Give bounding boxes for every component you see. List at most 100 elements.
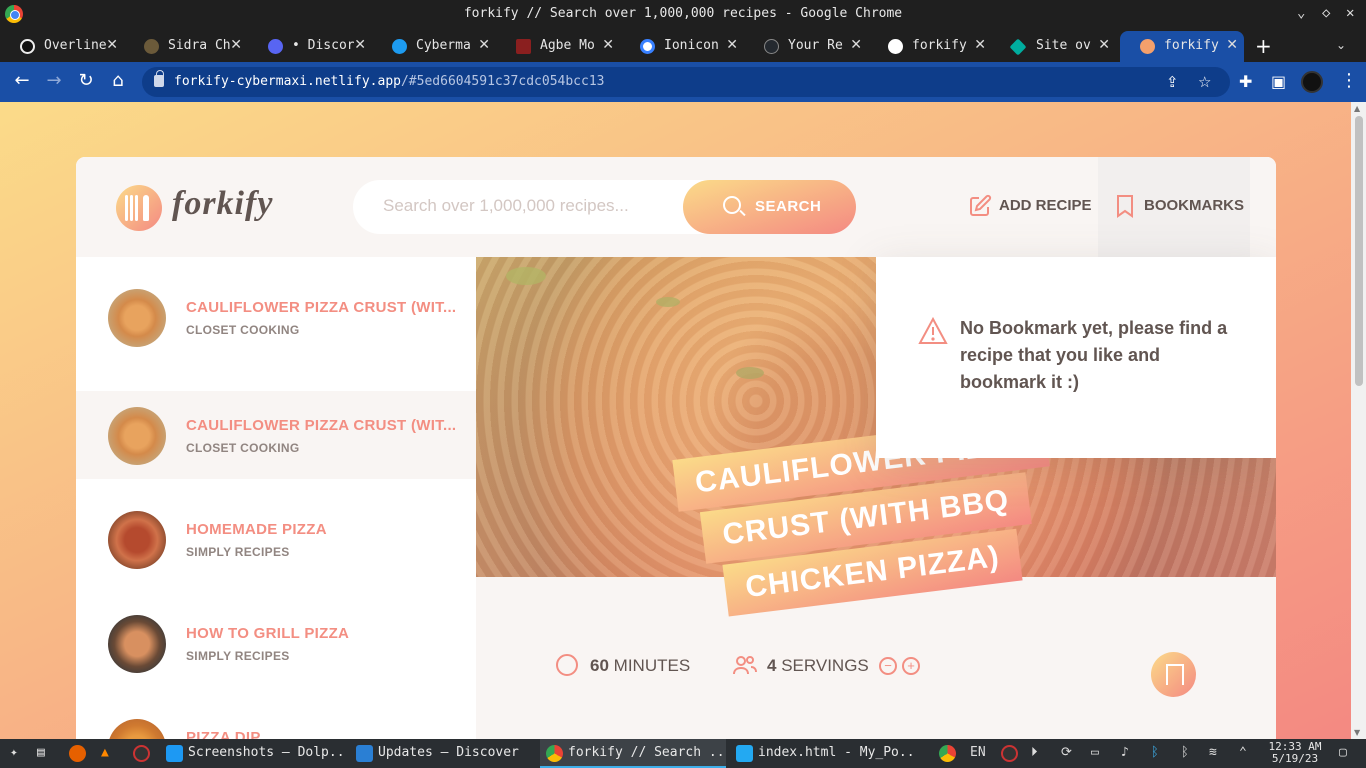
result-publisher: CLOSET COOKING [186, 441, 300, 455]
recorder-tray-icon[interactable] [1001, 745, 1018, 762]
volume-icon[interactable]: ♪ [1121, 745, 1129, 760]
close-tab-icon[interactable]: ✕ [602, 37, 614, 53]
taskbar-item-discover[interactable]: Updates — Discover [350, 739, 536, 768]
list-item[interactable]: HOW TO GRILL PIZZA SIMPLY RECIPES [76, 599, 476, 687]
clipboard-icon[interactable]: ▭ [1091, 745, 1099, 760]
edit-icon [968, 194, 992, 222]
search-button[interactable]: SEARCH [683, 180, 856, 234]
bluetooth-icon[interactable]: ᛒ [1181, 745, 1189, 760]
minimize-icon[interactable]: ⌄ [1297, 5, 1305, 21]
close-window-icon[interactable]: ✕ [1346, 5, 1354, 21]
url-text[interactable]: forkify-cybermaxi.netlify.app/#5ed660459… [174, 74, 604, 89]
list-item[interactable]: PIZZA DIP [76, 703, 476, 739]
tab-label: Site ov [1036, 38, 1091, 53]
tab-vercel[interactable]: forkify ✕ [868, 31, 992, 62]
result-title: PIZZA DIP [186, 729, 261, 739]
pager-icon[interactable]: ▤ [37, 745, 45, 760]
home-icon[interactable]: ⌂ [106, 70, 130, 91]
result-publisher: SIMPLY RECIPES [186, 649, 290, 663]
taskbar-item-chrome[interactable]: forkify // Search ... [540, 739, 726, 768]
bluetooth-active-icon[interactable]: ᛒ [1151, 745, 1159, 760]
increase-servings-button[interactable]: + [902, 657, 920, 675]
tab-netlify[interactable]: Site ov ✕ [992, 31, 1116, 62]
result-title: CAULIFLOWER PIZZA CRUST (WIT... [186, 417, 457, 434]
tray-expand-icon[interactable]: ⌃ [1239, 745, 1247, 760]
recorder-icon[interactable] [133, 745, 150, 762]
tab-overline[interactable]: Overline ✕ [0, 31, 124, 62]
close-tab-icon[interactable]: ✕ [106, 37, 118, 53]
taskbar-item-vscode[interactable]: index.html - My_Po... [730, 739, 916, 768]
close-tab-icon[interactable]: ✕ [354, 37, 366, 53]
bookmarks-label: BOOKMARKS [1144, 197, 1244, 214]
tab-discord[interactable]: • Discord ✕ [248, 31, 372, 62]
netlify-icon [1009, 38, 1027, 56]
tab-ionicons[interactable]: Ionicon ✕ [620, 31, 744, 62]
keyboard-layout[interactable]: EN [970, 745, 986, 760]
vlc-icon[interactable]: ▲ [101, 745, 109, 760]
discord-icon [268, 39, 283, 54]
close-tab-icon[interactable]: ✕ [1226, 37, 1238, 53]
bookmarks-button[interactable]: BOOKMARKS [1098, 157, 1250, 257]
minutes-value: 60 [590, 656, 609, 675]
taskbar-item-label: Updates — Discover [378, 745, 519, 760]
share-icon[interactable]: ⇪ [1166, 73, 1179, 91]
tab-forkify-active[interactable]: forkify ✕ [1120, 31, 1244, 62]
close-tab-icon[interactable]: ✕ [974, 37, 986, 53]
wifi-icon[interactable]: ≋ [1209, 745, 1217, 760]
tab-agbe[interactable]: Agbe Mo ✕ [496, 31, 620, 62]
scroll-down-icon[interactable]: ▼ [1354, 728, 1360, 737]
system-clock[interactable]: 12:33 AM 5/19/23 [1262, 741, 1328, 765]
tab-strip: Overline ✕ Sidra Ch ✕ • Discord ✕ Cyberm… [0, 29, 1366, 62]
list-item[interactable]: CAULIFLOWER PIZZA CRUST (WIT... CLOSET C… [76, 273, 476, 361]
media-player-icon[interactable]: ⏵ [1031, 745, 1038, 760]
scroll-up-icon[interactable]: ▲ [1354, 104, 1360, 113]
search-input[interactable] [383, 196, 673, 216]
bookmark-recipe-button[interactable] [1151, 652, 1196, 697]
profile-avatar[interactable] [1301, 71, 1323, 93]
taskbar-item-dolphin[interactable]: Screenshots — Dolp... [160, 739, 346, 768]
firefox-icon[interactable] [69, 745, 86, 762]
decrease-servings-button[interactable]: − [879, 657, 897, 675]
back-icon[interactable]: ← [10, 70, 34, 91]
updates-icon[interactable]: ⟳ [1061, 745, 1072, 760]
address-bar[interactable]: forkify-cybermaxi.netlify.app/#5ed660459… [142, 67, 1230, 97]
bookmark-icon [1115, 194, 1135, 222]
app-launcher-icon[interactable]: ✦ [10, 745, 18, 760]
tab-label: Ionicon [664, 38, 719, 53]
close-tab-icon[interactable]: ✕ [1098, 37, 1110, 53]
forward-icon[interactable]: → [42, 70, 66, 91]
show-desktop-icon[interactable]: ▢ [1339, 745, 1347, 760]
vscode-icon [736, 745, 753, 762]
close-tab-icon[interactable]: ✕ [850, 37, 862, 53]
url-path: /#5ed6604591c37cdc054bcc13 [400, 74, 605, 89]
maximize-icon[interactable]: ◇ [1322, 5, 1330, 21]
window-titlebar: forkify // Search over 1,000,000 recipes… [0, 0, 1366, 29]
list-item-active[interactable]: CAULIFLOWER PIZZA CRUST (WIT... CLOSET C… [76, 391, 476, 479]
scrollbar-thumb[interactable] [1355, 116, 1363, 386]
minutes-label: MINUTES [613, 656, 691, 675]
side-panel-icon[interactable]: ▣ [1271, 72, 1286, 91]
tab-twitter[interactable]: Cyberma ✕ [372, 31, 496, 62]
tab-search-icon[interactable]: ⌄ [1336, 38, 1346, 52]
extensions-icon[interactable]: ✚ [1239, 72, 1252, 91]
servings-value: 4 [767, 656, 777, 675]
bookmark-star-icon[interactable]: ☆ [1198, 73, 1211, 91]
discover-icon [356, 745, 373, 762]
page-scrollbar[interactable]: ▲ ▼ [1351, 102, 1366, 739]
list-item[interactable]: HOMEMADE PIZZA SIMPLY RECIPES [76, 495, 476, 583]
close-tab-icon[interactable]: ✕ [726, 37, 738, 53]
tab-sidra[interactable]: Sidra Ch ✕ [124, 31, 248, 62]
ionicons-icon [640, 39, 655, 54]
logo[interactable]: forkify [172, 185, 273, 223]
tab-github[interactable]: Your Re ✕ [744, 31, 868, 62]
app-header: forkify SEARCH ADD RECIPE [76, 157, 1276, 257]
menu-kebab-icon[interactable]: ⋮ [1340, 70, 1358, 91]
close-tab-icon[interactable]: ✕ [230, 37, 242, 53]
reload-icon[interactable]: ↻ [74, 70, 98, 91]
add-recipe-button[interactable]: ADD RECIPE [956, 157, 1098, 257]
chrome-icon [546, 745, 563, 762]
close-tab-icon[interactable]: ✕ [478, 37, 490, 53]
lock-icon[interactable] [154, 70, 164, 87]
new-tab-icon[interactable]: + [1255, 34, 1272, 58]
chrome-tray-icon[interactable] [939, 745, 956, 762]
